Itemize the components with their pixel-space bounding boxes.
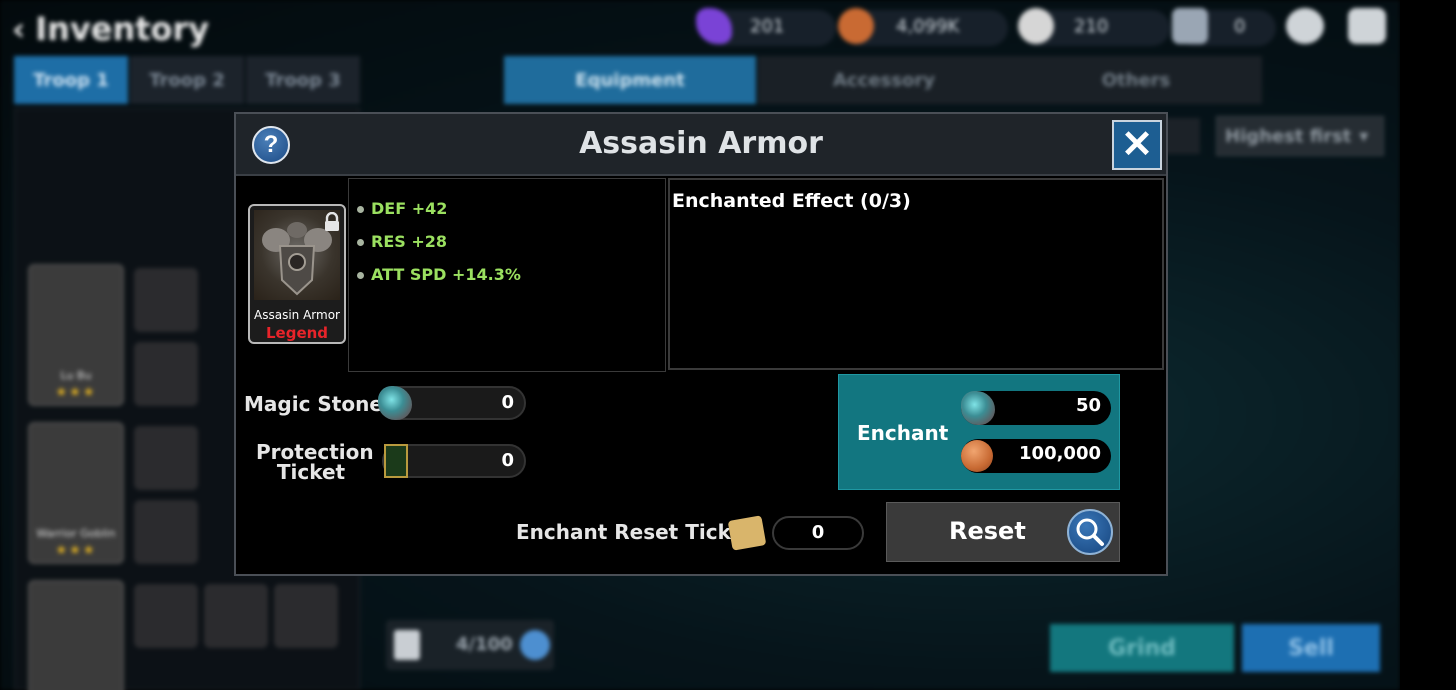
crystal-value: 201 [750,16,785,37]
tab-accessory[interactable]: Accessory [758,56,1010,104]
hero-card[interactable]: Lu Bu ★★★ [28,264,124,406]
protection-ticket-label-line1: Protection [256,440,374,464]
magnifier-icon[interactable] [1067,509,1113,555]
tab-troop-2[interactable]: Troop 2 [130,56,244,104]
equipment-slot[interactable] [134,342,198,406]
magic-stone-value: 0 [501,392,514,413]
reset-ticket-counter: 0 [772,516,864,550]
enchanted-effect-panel: Enchanted Effect (0/3) [668,178,1164,370]
magic-stone-label: Magic Stone [244,392,383,416]
hero-name: Lu Bu [60,369,92,382]
expand-plus-icon[interactable] [520,630,550,660]
inventory-bag-icon [394,630,420,660]
protection-ticket-value: 0 [501,450,514,471]
tab-troop-3[interactable]: Troop 3 [246,56,360,104]
equipment-slot[interactable] [134,426,198,490]
enchant-stone-cost-value: 50 [1075,395,1101,416]
share-icon[interactable] [1348,8,1386,44]
magic-stone-icon [961,391,995,425]
reset-ticket-value: 0 [811,522,825,543]
enchant-gold-cost-value: 100,000 [1019,443,1101,464]
screen-edge [1400,0,1456,690]
tab-others[interactable]: Others [1010,56,1262,104]
hero-card[interactable] [28,580,124,690]
gold-coin-icon [961,440,993,472]
scroll-icon [727,515,767,551]
stat-res: RES +28 [357,232,447,251]
tab-equipment[interactable]: Equipment [504,56,756,104]
item-name: Assasin Armor [254,308,340,322]
reset-button[interactable]: Reset [886,502,1120,562]
enchant-label: Enchant [857,421,949,445]
stamina-icon [1018,8,1054,44]
equipment-slot[interactable] [134,268,198,332]
item-card: Assasin Armor Legend [248,204,346,344]
modal-header: ? Assasin Armor ✕ [236,114,1166,176]
inventory-header: ‹ Inventory [12,10,209,48]
search-icon [1076,518,1104,546]
close-button[interactable]: ✕ [1112,120,1162,170]
equipment-slot[interactable] [134,584,198,648]
protection-ticket-label: Protection Ticket [256,440,374,484]
magic-stone-icon [378,386,412,420]
protection-ticket-icon [384,444,408,478]
enchanted-effect-title: Enchanted Effect (0/3) [672,190,911,212]
hero-stars: ★★★ [55,385,97,400]
enchant-modal: ? Assasin Armor ✕ Assasin Armor Legend D… [234,112,1168,576]
chat-icon[interactable] [1286,8,1324,44]
ticket-value: 0 [1234,16,1246,37]
hero-name: Warrior Goblin [36,527,116,540]
equipment-slot[interactable] [134,500,198,564]
back-arrow-icon[interactable]: ‹ [12,10,25,48]
gold-icon [838,8,874,44]
equipment-slot[interactable] [204,584,268,648]
sell-button[interactable]: Sell [1242,624,1380,672]
tab-troop-1[interactable]: Troop 1 [14,56,128,104]
ticket-icon [1172,8,1208,44]
inventory-title: Inventory [35,10,210,48]
enchant-button[interactable]: Enchant 50 100,000 [838,374,1120,490]
grind-button[interactable]: Grind [1050,624,1234,672]
gold-value: 4,099K [896,16,960,37]
lock-icon[interactable] [323,212,341,232]
protection-ticket-label-line2: Ticket [276,460,346,484]
stamina-value: 210 [1074,16,1109,37]
modal-title: Assasin Armor [579,126,823,161]
hero-stars: ★★★ [55,543,97,558]
reset-ticket-label: Enchant Reset Ticket [516,520,754,544]
sort-dropdown[interactable]: Highest first ▾ [1216,116,1384,156]
item-grade: Legend [265,324,329,342]
stats-panel: DEF +42 RES +28 ATT SPD +14.3% [348,178,666,372]
equipment-slot[interactable] [274,584,338,648]
inventory-count: 4/100 [456,634,513,655]
chevron-down-icon: ▾ [1359,125,1369,147]
hero-card[interactable]: Warrior Goblin ★★★ [28,422,124,564]
sort-label: Highest first [1225,125,1352,147]
stat-att-spd: ATT SPD +14.3% [357,265,521,284]
stat-def: DEF +42 [357,199,447,218]
reset-label: Reset [949,517,1026,545]
